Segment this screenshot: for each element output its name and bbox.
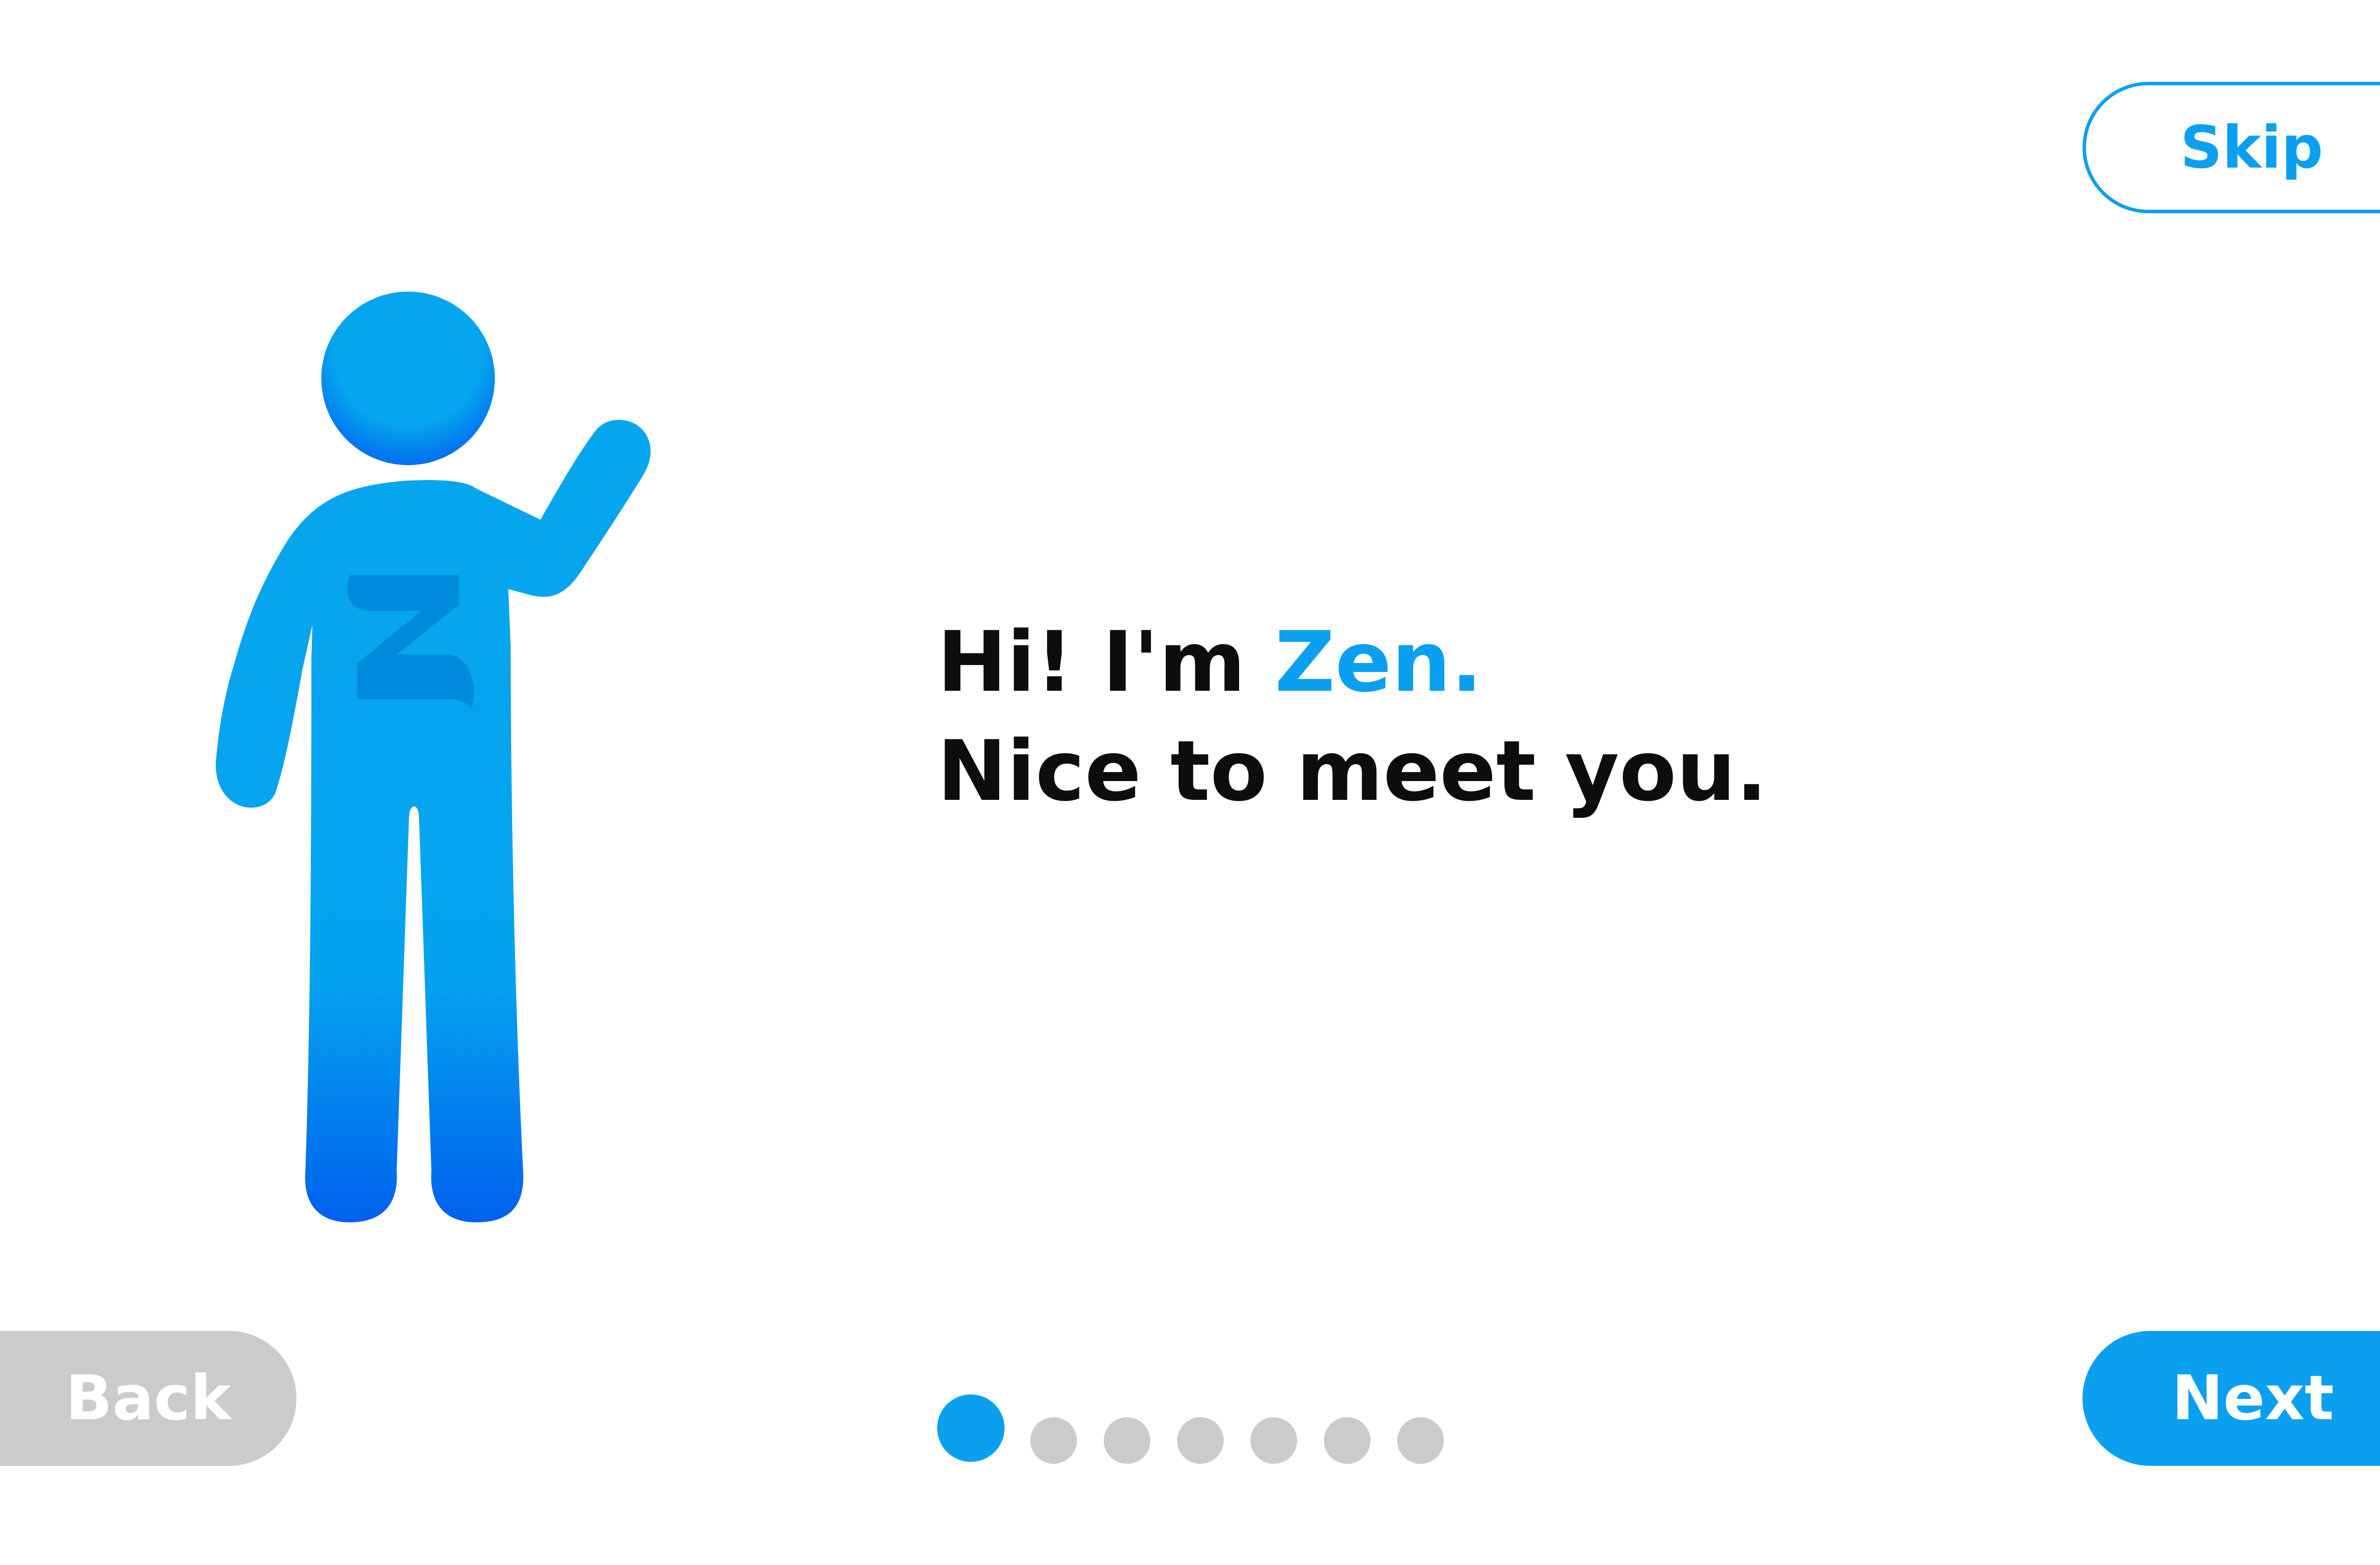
back-button-label: Back — [65, 1363, 232, 1434]
back-button[interactable]: Back — [0, 1331, 297, 1466]
page-dot-5[interactable] — [1250, 1417, 1297, 1464]
skip-button[interactable]: Skip — [2082, 82, 2380, 213]
greeting-prefix: Hi! I'm — [937, 613, 1275, 711]
next-button-label: Next — [2172, 1363, 2334, 1434]
greeting-line-2: Nice to meet you. — [937, 722, 1768, 820]
page-dot-4[interactable] — [1177, 1417, 1224, 1464]
page-dot-1[interactable] — [937, 1394, 1005, 1462]
zen-mascot-icon — [216, 292, 651, 1222]
greeting-line-1: Hi! I'm Zen. — [937, 607, 1830, 717]
skip-button-label: Skip — [2180, 113, 2323, 181]
next-button[interactable]: Next — [2082, 1331, 2380, 1466]
greeting-text: Hi! I'm Zen. Nice to meet you. — [937, 607, 1830, 826]
page-dot-3[interactable] — [1104, 1417, 1150, 1464]
mascot-name: Zen. — [1274, 613, 1483, 711]
page-dot-6[interactable] — [1324, 1417, 1370, 1464]
page-dot-2[interactable] — [1030, 1417, 1077, 1464]
page-indicator — [937, 1394, 1502, 1464]
onboarding-screen: Hi! I'm Zen. Nice to meet you. Skip Back… — [0, 0, 2380, 1565]
page-dot-7[interactable] — [1397, 1417, 1444, 1464]
